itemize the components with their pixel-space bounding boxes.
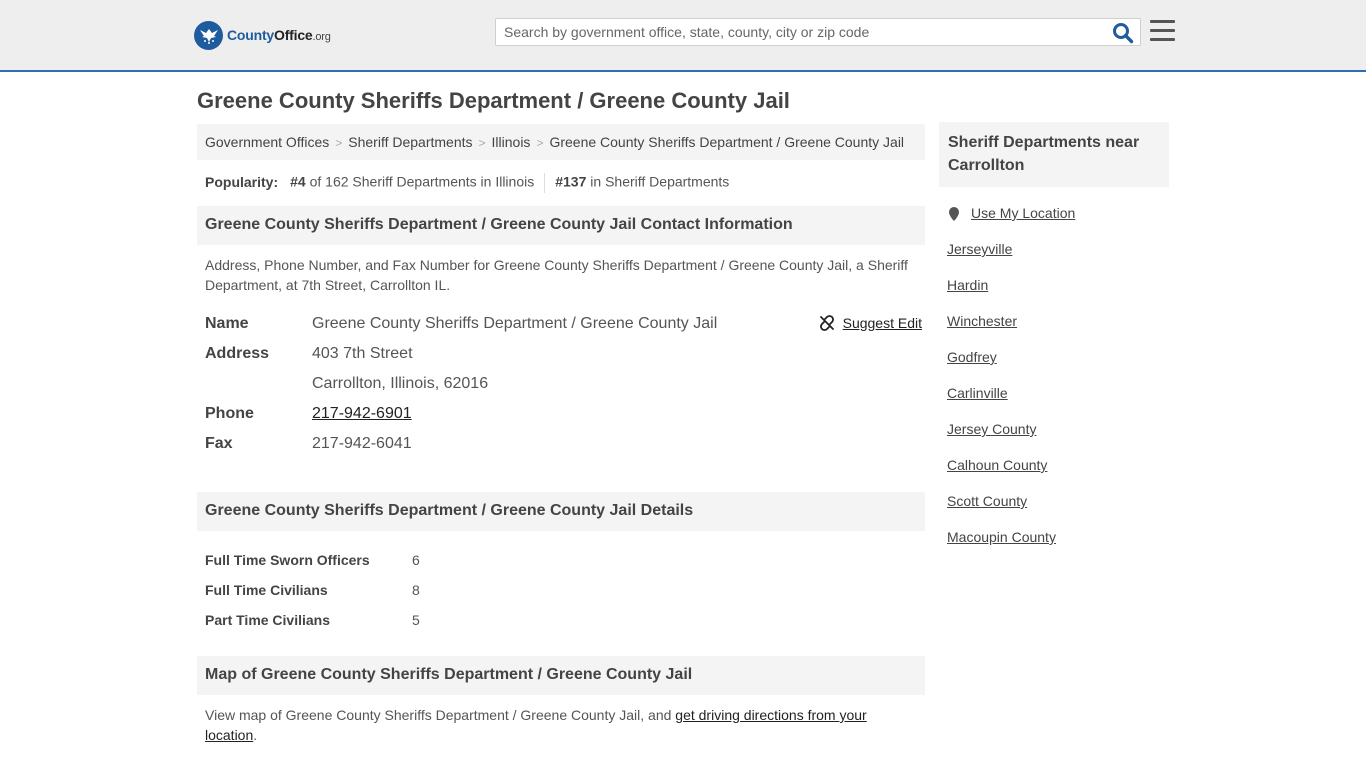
fax-value: 217-942-6041 (312, 435, 412, 452)
use-my-location-link[interactable]: Use My Location (947, 205, 1169, 241)
detail-label: Full Time Civilians (205, 582, 328, 598)
hamburger-menu-icon[interactable] (1150, 20, 1175, 42)
logo-text-office: Office (274, 27, 313, 43)
contact-row-fax: Fax 217-942-6041 (205, 429, 917, 459)
map-pin-icon (949, 207, 959, 221)
fax-label: Fax (205, 435, 233, 452)
detail-value: 6 (412, 552, 420, 568)
nearby-link-jerseyville[interactable]: Jerseyville (947, 241, 1169, 277)
details-heading: Greene County Sheriffs Department / Gree… (197, 492, 925, 531)
contact-row-phone: Phone 217-942-6901 (205, 399, 917, 429)
logo-text: CountyOffice.org (227, 27, 331, 43)
breadcrumb-current[interactable]: Greene County Sheriffs Department / Gree… (549, 134, 904, 150)
sidebar: Sheriff Departments near Carrollton Use … (939, 122, 1169, 565)
chevron-right-icon: > (335, 136, 343, 150)
nearby-list: Use My Location Jerseyville Hardin Winch… (939, 187, 1169, 565)
breadcrumb: Government Offices > Sheriff Departments > I… (197, 124, 925, 160)
detail-label: Part Time Civilians (205, 612, 331, 628)
detail-label: Full Time Sworn Officers (205, 552, 370, 568)
breadcrumb-sheriff-departments[interactable]: Sheriff Departments (348, 134, 472, 150)
sidebar-heading: Sheriff Departments near Carrollton (939, 122, 1169, 187)
nearby-link-jersey-county[interactable]: Jersey County (947, 421, 1169, 457)
detail-value: 5 (412, 612, 420, 628)
address-label: Address (205, 345, 270, 362)
nearby-link-carlinville[interactable]: Carlinville (947, 385, 1169, 421)
address-line1: 403 7th Street (312, 345, 413, 362)
map-text-end: . (253, 727, 258, 743)
detail-value: 8 (412, 582, 420, 598)
phone-label: Phone (205, 405, 254, 422)
contact-row-name: Name Greene County Sheriffs Department /… (205, 309, 917, 339)
state-rank: #4 (290, 173, 306, 190)
address-line2: Carrollton, Illinois, 62016 (312, 375, 489, 392)
national-rank-text: in Sheriff Departments (590, 173, 730, 190)
breadcrumb-government-offices[interactable]: Government Offices (205, 134, 329, 150)
table-row: Full Time Sworn Officers 6 (205, 545, 917, 575)
name-value: Greene County Sheriffs Department / Gree… (312, 315, 718, 332)
search-icon (1113, 23, 1134, 44)
phone-link[interactable]: 217-942-6901 (312, 405, 412, 422)
contact-table: Suggest Edit Name Greene County Sheriffs… (197, 295, 925, 459)
nearby-link-godfrey[interactable]: Godfrey (947, 349, 1169, 385)
chevron-right-icon: > (478, 136, 486, 150)
site-header: CountyOffice.org (0, 0, 1366, 72)
suggest-edit-link[interactable]: Suggest Edit (819, 315, 922, 331)
logo-text-county: County (227, 27, 275, 43)
broken-link-icon (819, 315, 834, 331)
contact-description: Address, Phone Number, and Fax Number fo… (205, 257, 908, 293)
contact-row-address2: Carrollton, Illinois, 62016 (205, 369, 917, 399)
national-rank: #137 (555, 173, 587, 190)
chevron-right-icon: > (536, 136, 544, 150)
nearby-link-calhoun-county[interactable]: Calhoun County (947, 457, 1169, 493)
details-table: Full Time Sworn Officers 6 Full Time Civ… (197, 531, 925, 635)
breadcrumb-illinois[interactable]: Illinois (492, 134, 531, 150)
search-bar (495, 18, 1141, 46)
map-heading: Map of Greene County Sheriffs Department… (197, 656, 925, 695)
page-title: Greene County Sheriffs Department / Gree… (197, 88, 790, 113)
logo-text-domain: .org (312, 31, 331, 43)
table-row: Full Time Civilians 8 (205, 575, 917, 605)
site-logo[interactable]: CountyOffice.org (194, 20, 331, 50)
search-input[interactable] (496, 19, 1096, 45)
nearby-link-macoupin-county[interactable]: Macoupin County (947, 529, 1169, 565)
popularity-label: Popularity: (205, 173, 279, 190)
search-button[interactable] (1112, 22, 1134, 44)
eagle-logo-icon (194, 20, 223, 50)
contact-heading: Greene County Sheriffs Department / Gree… (197, 206, 925, 245)
map-text: View map of Greene County Sheriffs Depar… (205, 707, 672, 723)
main-content: Government Offices > Sheriff Departments > I… (197, 124, 925, 745)
state-rank-text: of 162 Sheriff Departments in Illinois (309, 173, 535, 190)
contact-row-address: Address 403 7th Street (205, 339, 917, 369)
use-my-location-label: Use My Location (971, 205, 1076, 221)
nearby-link-hardin[interactable]: Hardin (947, 277, 1169, 313)
nearby-link-scott-county[interactable]: Scott County (947, 493, 1169, 529)
table-row: Part Time Civilians 5 (205, 605, 917, 635)
popularity: Popularity: #4 of 162 Sheriff Departments… (197, 160, 925, 206)
name-label: Name (205, 315, 249, 332)
nearby-link-winchester[interactable]: Winchester (947, 313, 1169, 349)
map-description: View map of Greene County Sheriffs Depar… (197, 695, 925, 745)
divider (544, 173, 546, 193)
suggest-edit-label: Suggest Edit (842, 315, 922, 331)
